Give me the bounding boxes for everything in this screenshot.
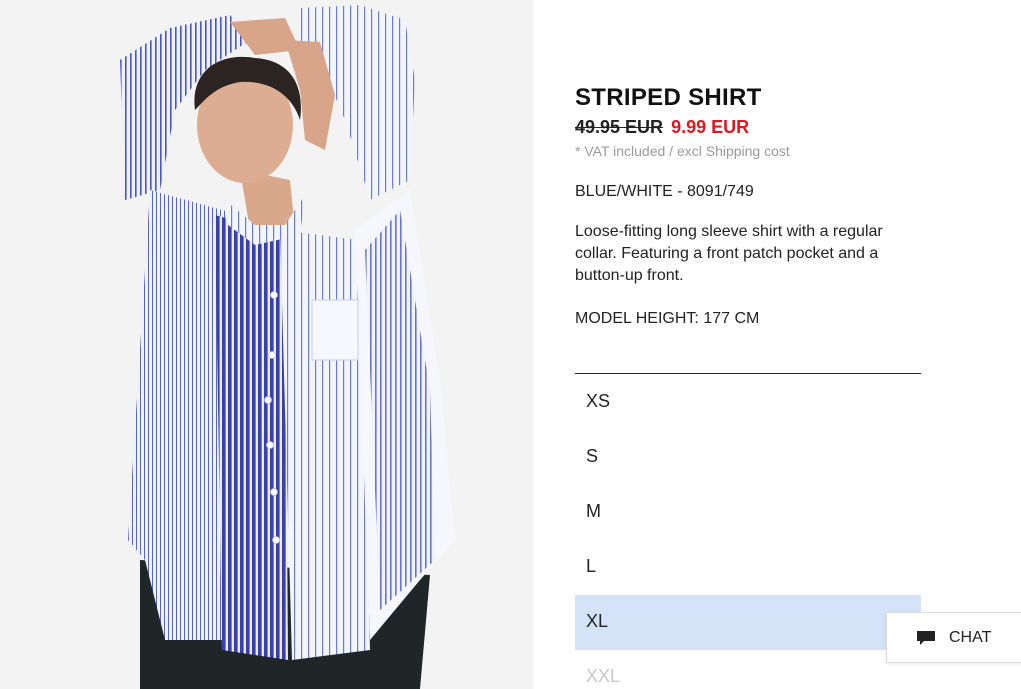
product-description: Loose-fitting long sleeve shirt with a r… — [575, 223, 883, 284]
product-image[interactable] — [0, 0, 533, 689]
size-option-l[interactable]: L — [575, 540, 921, 595]
chat-bubble-icon — [917, 630, 935, 645]
product-title: STRIPED SHIRT — [575, 84, 762, 111]
size-option-m[interactable]: M — [575, 485, 921, 540]
vat-note: * VAT included / excl Shipping cost — [575, 143, 790, 159]
chat-button[interactable]: CHAT — [886, 612, 1021, 663]
color-code: BLUE/WHITE - 8091/749 — [575, 183, 754, 200]
size-list: XS S M L XL XXL — [575, 375, 921, 689]
size-option-xl[interactable]: XL — [575, 595, 921, 650]
original-price: 49.95 EUR — [575, 117, 664, 137]
chat-label: CHAT — [949, 628, 992, 646]
sale-price: 9.99 EUR — [671, 117, 750, 137]
price-row: 49.95 EUR 9.99 EUR — [575, 117, 749, 138]
size-option-xs[interactable]: XS — [575, 375, 921, 430]
size-option-xxl[interactable]: XXL — [575, 650, 921, 689]
size-divider — [575, 373, 921, 374]
model-photo — [0, 0, 533, 689]
size-option-s[interactable]: S — [575, 430, 921, 485]
model-height: MODEL HEIGHT: 177 CM — [575, 310, 760, 327]
